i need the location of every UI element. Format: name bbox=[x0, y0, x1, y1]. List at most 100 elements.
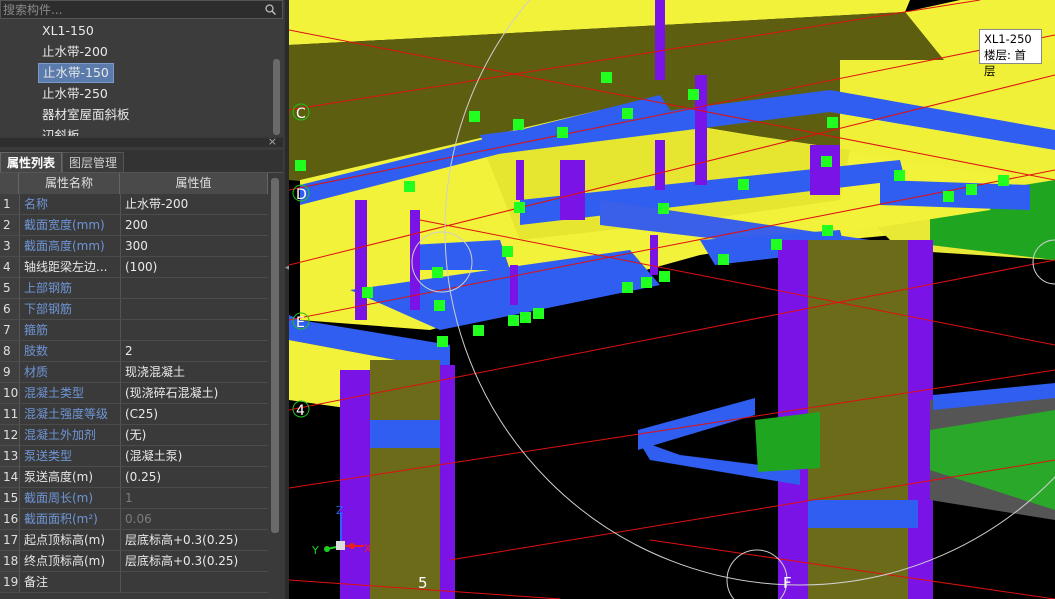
column bbox=[650, 235, 658, 275]
property-value[interactable]: 200 bbox=[120, 215, 268, 235]
property-row[interactable]: 7 箍筋 bbox=[0, 320, 268, 341]
property-row[interactable]: 12 混凝土外加剂 (无) bbox=[0, 425, 268, 446]
property-value[interactable]: 现浇混凝土 bbox=[120, 362, 268, 382]
property-value[interactable]: (100) bbox=[120, 257, 268, 277]
tab-layer-management[interactable]: 图层管理 bbox=[62, 152, 125, 172]
model-canvas[interactable]: C D E 4 5 F Z Y X bbox=[289, 0, 1055, 599]
3d-viewport[interactable]: C D E 4 5 F Z Y X bbox=[289, 0, 1055, 599]
property-value[interactable]: (0.25) bbox=[120, 467, 268, 487]
row-index: 4 bbox=[0, 257, 19, 277]
tree-item[interactable]: 止水带-250 bbox=[38, 84, 112, 104]
property-value[interactable]: 0.06 bbox=[120, 509, 268, 529]
axis-label-f: F bbox=[783, 574, 792, 592]
property-value[interactable] bbox=[120, 572, 268, 592]
panel-separator: × bbox=[0, 135, 283, 148]
property-name: 材质 bbox=[19, 362, 120, 382]
property-row[interactable]: 9 材质 现浇混凝土 bbox=[0, 362, 268, 383]
search-icon[interactable] bbox=[265, 4, 276, 15]
property-name: 肢数 bbox=[19, 341, 120, 361]
row-index: 13 bbox=[0, 446, 19, 466]
property-row[interactable]: 15 截面周长(m) 1 bbox=[0, 488, 268, 509]
property-name: 下部钢筋 bbox=[19, 299, 120, 319]
grid-header-name: 属性名称 bbox=[19, 173, 120, 194]
property-row[interactable]: 13 泵送类型 (混凝土泵) bbox=[0, 446, 268, 467]
lower-green bbox=[755, 412, 820, 472]
axis-label-d: D bbox=[296, 187, 307, 203]
component-tree: XL1-150 止水带-200 止水带-150 止水带-250 器材室屋面斜板 … bbox=[0, 19, 283, 136]
property-row[interactable]: 3 截面高度(mm) 300 bbox=[0, 236, 268, 257]
property-value[interactable]: 300 bbox=[120, 236, 268, 256]
property-value[interactable] bbox=[120, 299, 268, 319]
row-index: 11 bbox=[0, 404, 19, 424]
property-name: 起点顶标高(m) bbox=[19, 530, 120, 550]
property-row[interactable]: 6 下部钢筋 bbox=[0, 299, 268, 320]
row-index: 19 bbox=[0, 572, 19, 592]
row-index: 14 bbox=[0, 467, 19, 487]
tree-scrollbar[interactable] bbox=[273, 59, 280, 135]
column bbox=[355, 200, 367, 320]
tree-item[interactable]: 辺斜板 bbox=[38, 126, 84, 136]
tree-item[interactable]: 止水带-200 bbox=[38, 42, 112, 62]
grid-header-index bbox=[0, 173, 19, 194]
property-row[interactable]: 19 备注 bbox=[0, 572, 268, 593]
column bbox=[655, 140, 665, 190]
property-name: 混凝土类型 bbox=[19, 383, 120, 403]
close-icon[interactable]: × bbox=[268, 135, 277, 148]
property-value[interactable]: 止水带-200 bbox=[120, 194, 268, 214]
property-value[interactable]: 层底标高+0.3(0.25) bbox=[120, 530, 268, 550]
property-value[interactable]: (C25) bbox=[120, 404, 268, 424]
search-input[interactable] bbox=[3, 2, 258, 17]
property-row[interactable]: 1 名称 止水带-200 bbox=[0, 194, 268, 215]
property-row[interactable]: 17 起点顶标高(m) 层底标高+0.3(0.25) bbox=[0, 530, 268, 551]
property-name: 备注 bbox=[19, 572, 120, 592]
property-row[interactable]: 14 泵送高度(m) (0.25) bbox=[0, 467, 268, 488]
property-name: 混凝土外加剂 bbox=[19, 425, 120, 445]
property-row[interactable]: 10 混凝土类型 (现浇碎石混凝土) bbox=[0, 383, 268, 404]
property-row[interactable]: 18 终点顶标高(m) 层底标高+0.3(0.25) bbox=[0, 551, 268, 572]
row-index: 12 bbox=[0, 425, 19, 445]
property-name: 名称 bbox=[19, 194, 120, 214]
row-index: 7 bbox=[0, 320, 19, 340]
grid-scrollbar[interactable] bbox=[271, 178, 279, 533]
properties-panel: XL1-150 止水带-200 止水带-150 止水带-250 器材室屋面斜板 … bbox=[0, 0, 285, 599]
gizmo-label-y: Y bbox=[311, 544, 319, 557]
component-tooltip: XL1-250 楼层: 首层 bbox=[979, 29, 1042, 78]
property-row[interactable]: 8 肢数 2 bbox=[0, 341, 268, 362]
column bbox=[808, 240, 908, 599]
property-row[interactable]: 2 截面宽度(mm) 200 bbox=[0, 215, 268, 236]
row-index: 5 bbox=[0, 278, 19, 298]
property-row[interactable]: 5 上部钢筋 bbox=[0, 278, 268, 299]
property-name: 箍筋 bbox=[19, 320, 120, 340]
property-name: 截面宽度(mm) bbox=[19, 215, 120, 235]
property-value[interactable]: (现浇碎石混凝土) bbox=[120, 383, 268, 403]
property-name: 混凝土强度等级 bbox=[19, 404, 120, 424]
property-value[interactable]: 2 bbox=[120, 341, 268, 361]
property-value[interactable]: (无) bbox=[120, 425, 268, 445]
column bbox=[560, 160, 585, 220]
property-row[interactable]: 4 轴线距梁左边... (100) bbox=[0, 257, 268, 278]
tab-property-list[interactable]: 属性列表 bbox=[0, 152, 63, 172]
property-name: 截面面积(m²) bbox=[19, 509, 120, 529]
property-value[interactable] bbox=[120, 278, 268, 298]
property-value[interactable]: 层底标高+0.3(0.25) bbox=[120, 551, 268, 571]
row-index: 8 bbox=[0, 341, 19, 361]
tree-item[interactable]: 器材室屋面斜板 bbox=[38, 105, 134, 125]
column bbox=[655, 0, 665, 80]
gizmo-label-x: X bbox=[364, 542, 372, 555]
property-name: 终点顶标高(m) bbox=[19, 551, 120, 571]
tree-item[interactable]: XL1-150 bbox=[38, 21, 98, 41]
property-value[interactable]: (混凝土泵) bbox=[120, 446, 268, 466]
search-bar bbox=[0, 0, 283, 19]
panel-tabs: 属性列表 图层管理 bbox=[0, 150, 283, 173]
row-index: 1 bbox=[0, 194, 19, 214]
property-value[interactable]: 1 bbox=[120, 488, 268, 508]
property-value[interactable] bbox=[120, 320, 268, 340]
beam bbox=[370, 420, 440, 448]
property-row[interactable]: 11 混凝土强度等级 (C25) bbox=[0, 404, 268, 425]
column bbox=[516, 160, 524, 200]
row-index: 15 bbox=[0, 488, 19, 508]
tree-item-selected[interactable]: 止水带-150 bbox=[38, 63, 114, 83]
property-row[interactable]: 16 截面面积(m²) 0.06 bbox=[0, 509, 268, 530]
column bbox=[340, 370, 370, 599]
property-name: 截面高度(mm) bbox=[19, 236, 120, 256]
